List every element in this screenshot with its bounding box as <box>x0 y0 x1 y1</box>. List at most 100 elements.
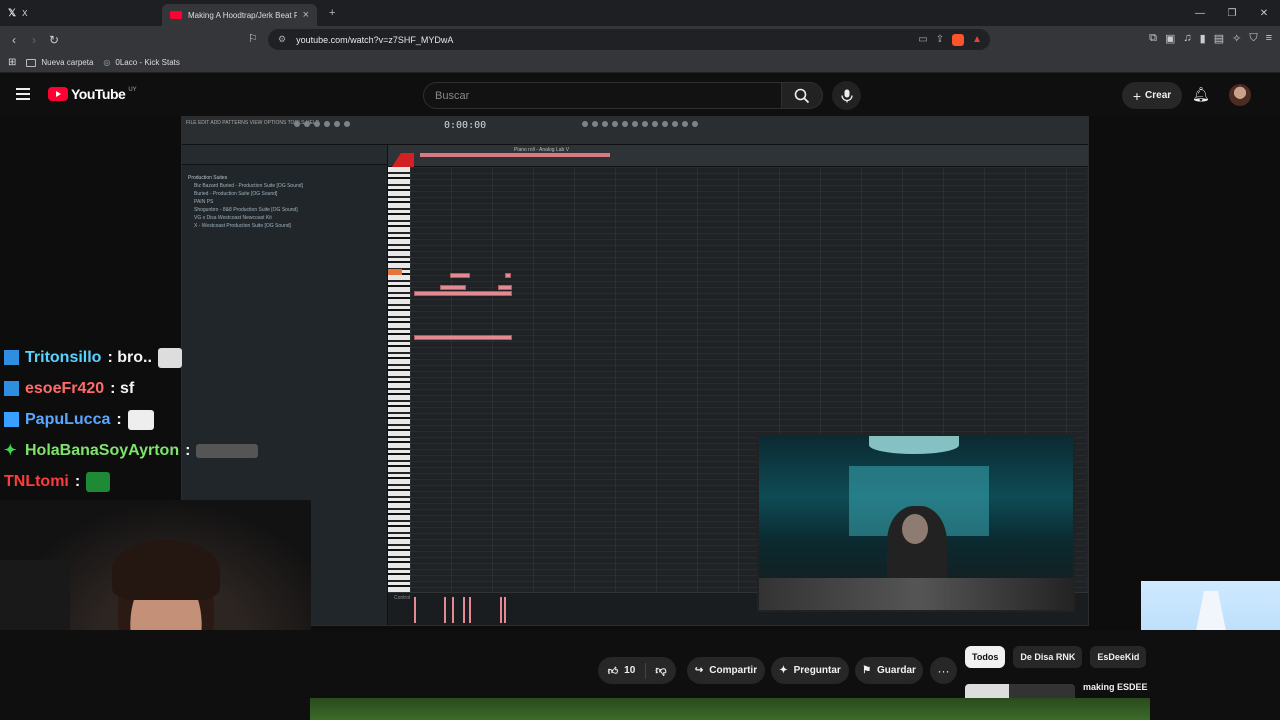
chat-message: ✦ HolaBanaSoyAyrton : <box>0 435 290 466</box>
share-label: Compartir <box>709 665 758 676</box>
hamburger-menu-icon[interactable] <box>16 88 30 100</box>
sidebar-icon[interactable]: ▮ <box>1200 32 1206 45</box>
youtube-logo[interactable]: YouTube UY <box>48 86 137 102</box>
search-button[interactable] <box>781 82 823 109</box>
account-avatar[interactable] <box>1229 84 1251 106</box>
toolbar-icons <box>582 121 698 127</box>
chat-text: : bro.. <box>107 348 152 366</box>
midi-note <box>414 335 512 340</box>
chip-esdeekid[interactable]: EsDeeKid <box>1090 646 1147 668</box>
extensions-icon[interactable]: ⧉ <box>1149 32 1157 45</box>
reload-icon[interactable]: ↻ <box>44 33 64 47</box>
music-icon[interactable]: ♫ <box>1183 32 1191 45</box>
wallet-icon[interactable]: ▤ <box>1214 32 1224 45</box>
create-button[interactable]: + Crear <box>1122 82 1182 109</box>
restore-icon[interactable]: ❐ <box>1216 0 1248 26</box>
leo-ai-icon[interactable]: ✧ <box>1232 32 1241 45</box>
share-icon[interactable]: ⇪ <box>936 34 944 46</box>
midi-note <box>414 291 512 296</box>
chat-text: : <box>74 472 81 490</box>
voice-search-button[interactable] <box>832 81 861 110</box>
ask-label: Preguntar <box>793 665 841 676</box>
close-tab-icon[interactable]: × <box>303 9 309 21</box>
search-input[interactable]: Buscar <box>423 82 782 109</box>
highlighted-key <box>388 269 402 275</box>
browser-folder: Biz Bazard Buried - Production Suite [OG… <box>194 183 303 189</box>
brave-shield-icon[interactable] <box>952 33 965 46</box>
url-field[interactable]: ⚙ youtube.com/watch?v=z7SHF_MYDwA ▭ ⇪ ▲ <box>268 29 990 50</box>
velocity-bar <box>452 597 454 623</box>
new-tab-button[interactable]: + <box>329 7 335 19</box>
youtube-header: YouTube UY Buscar + Crear 🔔︎ <box>0 73 1280 116</box>
back-icon[interactable]: ‹ <box>4 33 24 47</box>
youtube-play-icon <box>48 87 68 101</box>
tab-title: X <box>22 8 28 18</box>
tab-x[interactable]: 𝕏 X <box>0 2 120 24</box>
piano-keys <box>388 167 410 592</box>
apps-grid-icon[interactable]: ⊞ <box>8 57 16 68</box>
stream-chat-overlay: Tritonsillo : bro.. esoeFr420 : sf PapuL… <box>0 342 290 497</box>
badge-icon <box>4 412 19 427</box>
bookmark-icon[interactable]: ⚐ <box>248 32 258 45</box>
thumbs-down-icon: 👎︎ <box>655 665 667 677</box>
midi-note <box>450 273 470 278</box>
url-text: youtube.com/watch?v=z7SHF_MYDwA <box>296 34 454 45</box>
velocity-bar <box>444 597 446 623</box>
transport-controls <box>294 121 350 127</box>
browser-folder: X - Westcoast Production Suite [OG Sound… <box>194 223 291 229</box>
control-label: Control <box>394 595 411 601</box>
video-actions: 👍︎ 10 👎︎ ↪ Compartir ✦ Preguntar ⚑ Guard… <box>0 630 1280 720</box>
plus-icon: + <box>1132 87 1142 104</box>
recommended-title[interactable]: making ESDEE <box>1083 682 1148 692</box>
like-button[interactable]: 👍︎ 10 <box>598 662 646 679</box>
browser-tabs <box>182 145 387 165</box>
create-label: Crear <box>1145 90 1172 101</box>
chat-message: TNLtomi : <box>0 466 290 497</box>
bookmark-kick-stats[interactable]: ◎ 0Laco - Kick Stats <box>103 58 179 67</box>
save-label: Guardar <box>877 665 916 676</box>
menu-icon[interactable]: ≡ <box>1266 32 1272 45</box>
chat-username: HolaBanaSoyAyrton <box>25 441 180 459</box>
window-controls: — ❐ ✕ <box>1184 0 1280 26</box>
search-placeholder: Buscar <box>435 89 470 102</box>
more-actions-button[interactable]: ··· <box>930 657 957 684</box>
chip-de-disa-rnk[interactable]: De Disa RNK <box>1013 646 1083 668</box>
minimize-icon[interactable]: — <box>1184 0 1216 26</box>
extensions-area: ⧉ ▣ ♫ ▮ ▤ ✧ ⛉ ≡ <box>1149 32 1272 45</box>
save-button[interactable]: ⚑ Guardar <box>855 657 923 684</box>
filter-chips: Todos De Disa RNK EsDeeKid <box>965 646 1147 668</box>
thumbs-up-icon: 👍︎ <box>607 665 619 677</box>
close-window-icon[interactable]: ✕ <box>1248 0 1280 26</box>
chat-message: PapuLucca : <box>0 404 290 435</box>
site-info-icon[interactable]: ⚙ <box>278 34 286 45</box>
browser-folder: Buried - Production Suite [OG Sound] <box>194 191 278 197</box>
search-icon <box>794 88 810 103</box>
chip-todos[interactable]: Todos <box>965 646 1006 668</box>
vpn-icon[interactable]: ⛉ <box>1249 32 1257 45</box>
browser-folder: PAIN PS <box>194 199 214 205</box>
crowd-emote-icon <box>196 443 259 458</box>
share-button[interactable]: ↪ Compartir <box>687 657 765 684</box>
velocity-bar <box>463 597 465 623</box>
background-grass <box>310 698 1150 720</box>
chat-text: : <box>116 410 122 428</box>
cast-icon[interactable]: ▭ <box>918 34 927 46</box>
browser-folder: Production Suites <box>188 175 228 181</box>
chat-username: esoeFr420 <box>25 379 105 397</box>
piano-roll-header: Piano roll - Analog Lab V <box>388 145 1088 167</box>
rewards-icon[interactable]: ▲ <box>972 34 982 46</box>
tab-youtube[interactable]: Making A Hoodtrap/Jerk Beat Fo × <box>162 4 317 26</box>
bookmark-label: 0Laco - Kick Stats <box>115 58 180 67</box>
dislike-button[interactable]: 👎︎ <box>646 664 676 677</box>
notifications-bell-icon[interactable]: 🔔︎ <box>1192 86 1210 103</box>
url-actions: ▭ ⇪ ▲ <box>918 33 990 46</box>
video-player[interactable]: FILE EDIT ADD PATTERNS VIEW OPTIONS TOOL… <box>0 116 1280 720</box>
midi-note <box>498 285 512 290</box>
ask-button[interactable]: ✦ Preguntar <box>771 657 849 684</box>
screenshot-icon[interactable]: ▣ <box>1165 32 1175 45</box>
chat-message: Tritonsillo : bro.. <box>0 342 290 373</box>
like-count: 10 <box>624 665 636 676</box>
bookmark-nueva-carpeta[interactable]: Nueva carpeta <box>26 58 93 67</box>
velocity-bar <box>504 597 506 623</box>
forward-icon[interactable]: › <box>24 33 44 47</box>
